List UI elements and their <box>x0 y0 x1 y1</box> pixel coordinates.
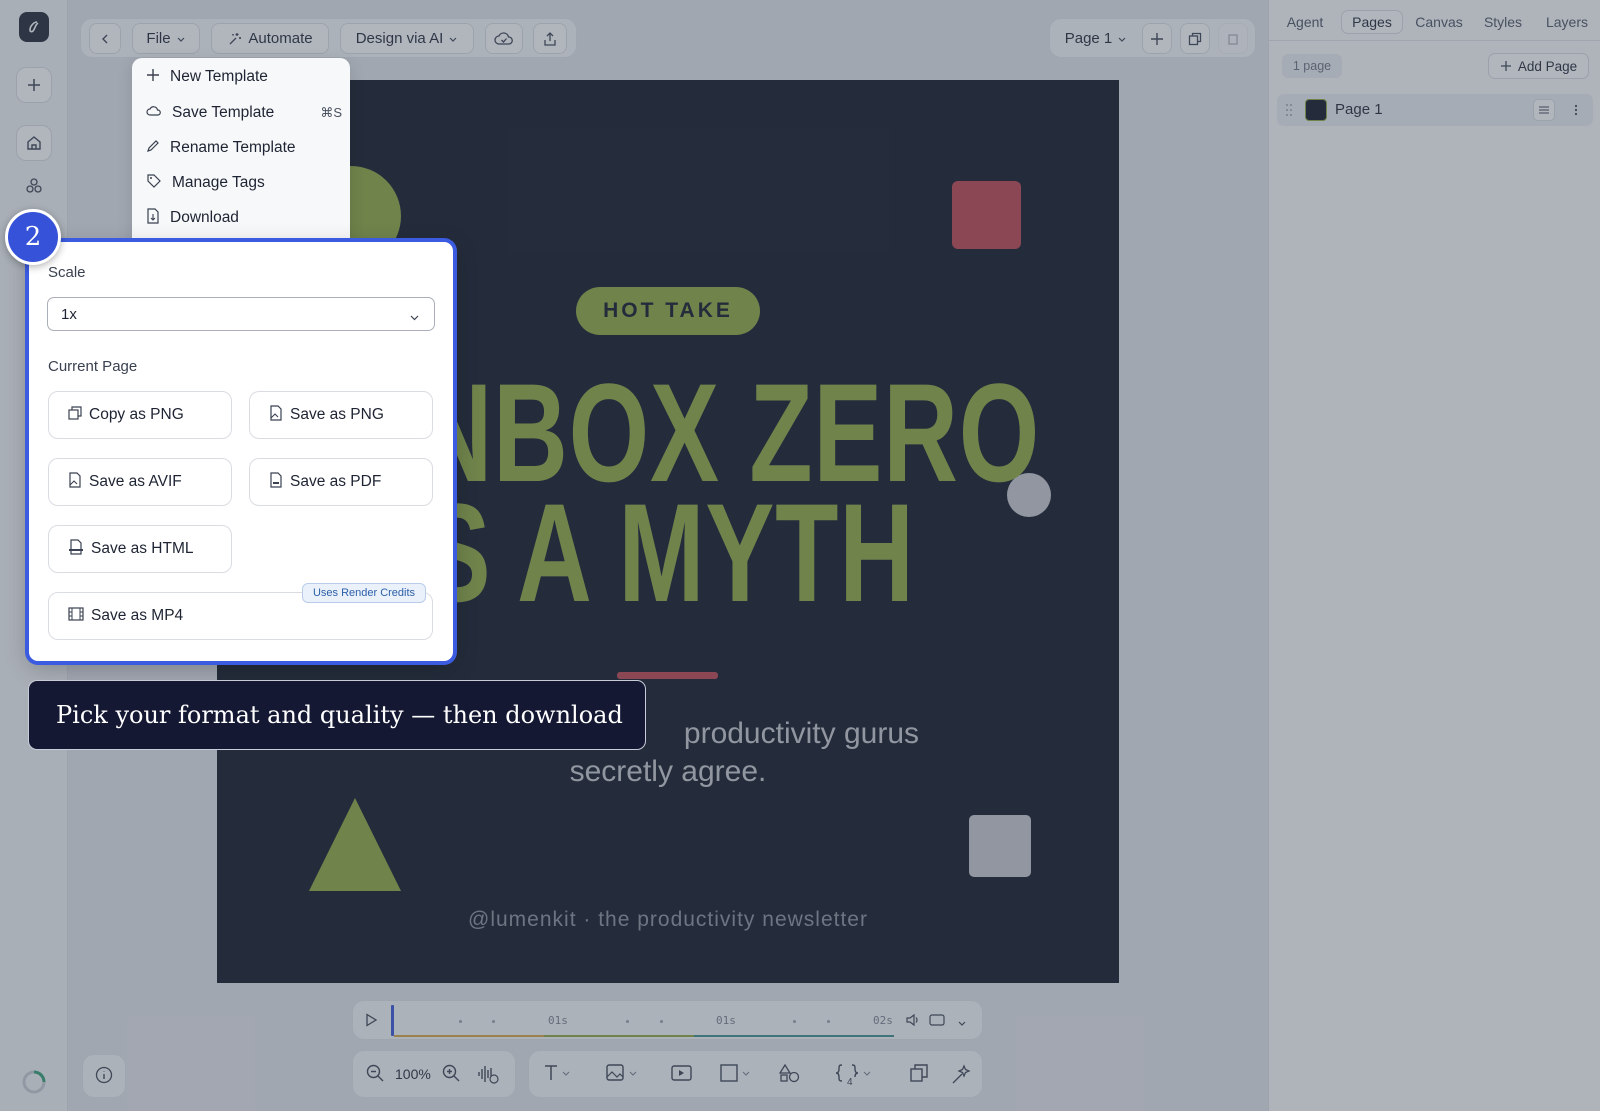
copy-as-png-button[interactable]: Copy as PNG <box>48 391 232 439</box>
menu-item-label: Manage Tags <box>172 174 265 191</box>
save-as-png-button[interactable]: Save as PNG <box>249 391 433 439</box>
button-label: Save as MP4 <box>91 607 184 624</box>
pencil-icon <box>146 139 160 158</box>
plus-icon <box>146 68 160 87</box>
download-popup: Scale 1x Current Page Copy as PNG Save a… <box>29 242 453 661</box>
shortcut-label: ⌘S <box>320 105 342 120</box>
scale-label: Scale <box>48 264 86 281</box>
menu-item-new-template[interactable]: New Template <box>146 62 342 92</box>
tour-step-badge: 2 <box>5 209 61 265</box>
button-label: Save as PDF <box>290 473 382 490</box>
menu-item-download[interactable]: Download <box>146 203 342 233</box>
render-credits-badge: Uses Render Credits <box>302 583 426 603</box>
scale-select[interactable]: 1x <box>47 297 435 331</box>
button-label: Save as PNG <box>290 406 384 423</box>
scale-value: 1x <box>61 305 77 323</box>
file-menu: New Template Save Template ⌘S Rename Tem… <box>132 58 350 248</box>
image-file-icon <box>68 471 82 493</box>
menu-item-label: Download <box>170 209 239 226</box>
cloud-save-icon <box>146 104 162 123</box>
save-as-avif-button[interactable]: Save as AVIF <box>48 458 232 506</box>
save-as-html-button[interactable]: Save as HTML <box>48 525 232 573</box>
current-page-label: Current Page <box>48 358 138 375</box>
tour-tooltip: Pick your format and quality — then down… <box>28 680 646 750</box>
menu-item-manage-tags[interactable]: Manage Tags <box>146 168 342 198</box>
menu-item-label: Save Template <box>172 104 275 121</box>
html-file-icon <box>68 538 84 560</box>
film-icon <box>68 606 84 626</box>
menu-item-label: New Template <box>170 68 268 85</box>
button-label: Copy as PNG <box>89 406 184 423</box>
menu-item-rename-template[interactable]: Rename Template <box>146 133 342 163</box>
button-label: Save as AVIF <box>89 473 182 490</box>
menu-item-save-template[interactable]: Save Template ⌘S <box>146 98 342 128</box>
download-icon <box>146 207 160 229</box>
chevron-down-icon <box>409 310 420 327</box>
tag-icon <box>146 173 162 194</box>
menu-item-label: Rename Template <box>170 139 296 156</box>
save-as-pdf-button[interactable]: Save as PDF <box>249 458 433 506</box>
pdf-file-icon <box>269 471 283 493</box>
image-file-icon <box>269 404 283 426</box>
copy-icon <box>68 405 82 425</box>
button-label: Save as HTML <box>91 540 194 557</box>
